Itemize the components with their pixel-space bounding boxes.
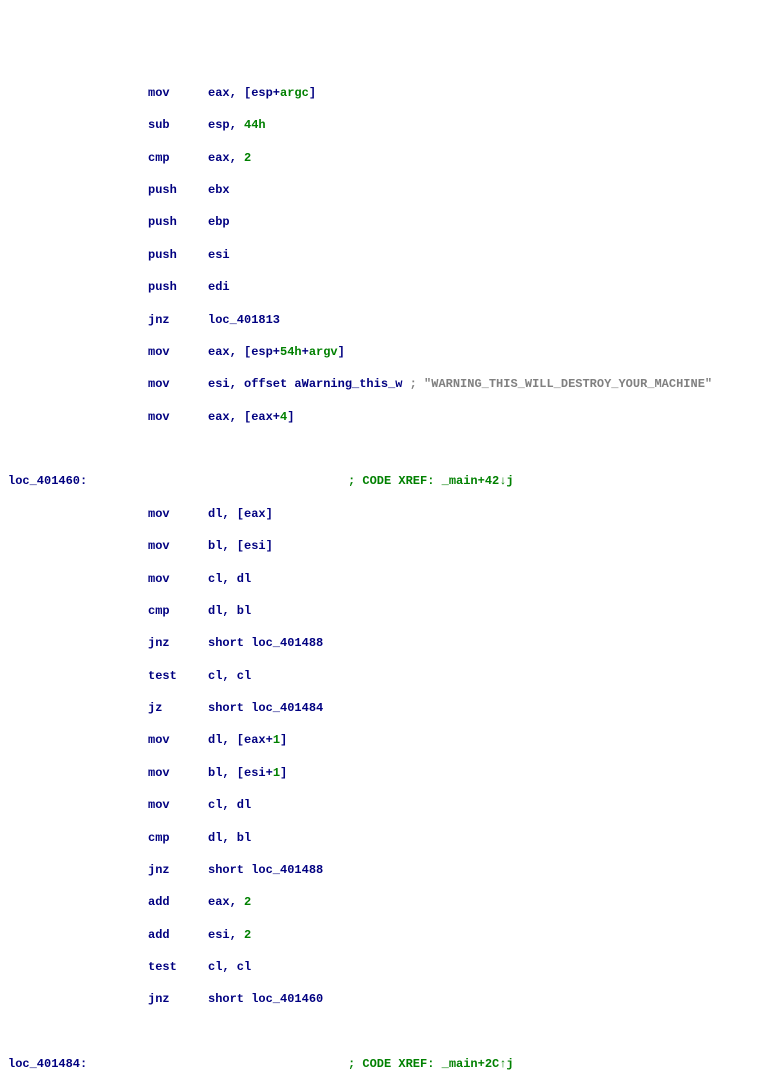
operands: esi, offset aWarning_this_w ; "WARNING_T… (208, 376, 712, 392)
xref-comment: ; CODE XREF: _main+2C↑j (348, 1057, 514, 1071)
mnemonic: mov (148, 376, 208, 392)
code-label: loc_401460: (8, 473, 148, 489)
operands: short loc_401484 (208, 700, 323, 716)
mnemonic: mov (148, 797, 208, 813)
mnemonic: push (148, 247, 208, 263)
operands: eax, 2 (208, 894, 251, 910)
mnemonic: jnz (148, 862, 208, 878)
mnemonic: mov (148, 732, 208, 748)
code-label: loc_401484: (8, 1056, 148, 1072)
operands: esi (208, 247, 230, 263)
mnemonic: mov (148, 571, 208, 587)
operands: esi, 2 (208, 927, 251, 943)
mnemonic: add (148, 894, 208, 910)
operands: short loc_401460 (208, 991, 323, 1007)
operands: cl, cl (208, 668, 251, 684)
mnemonic: jnz (148, 312, 208, 328)
operands: dl, [eax] (208, 506, 273, 522)
mnemonic: mov (148, 538, 208, 554)
operands: dl, [eax+1] (208, 732, 287, 748)
mnemonic: push (148, 279, 208, 295)
operands: cl, cl (208, 959, 251, 975)
disassembly-listing: moveax, [esp+argc] subesp, 44h cmpeax, 2… (8, 69, 755, 1084)
mnemonic: push (148, 182, 208, 198)
operands: eax, [eax+4] (208, 409, 294, 425)
mnemonic: cmp (148, 603, 208, 619)
mnemonic: test (148, 959, 208, 975)
operands: ebp (208, 214, 230, 230)
mnemonic: mov (148, 409, 208, 425)
operands: esp, 44h (208, 117, 266, 133)
operands: dl, bl (208, 603, 251, 619)
operands: loc_401813 (208, 312, 280, 328)
mnemonic: test (148, 668, 208, 684)
operands: cl, dl (208, 571, 251, 587)
operands: short loc_401488 (208, 635, 323, 651)
operands: bl, [esi+1] (208, 765, 287, 781)
mnemonic: mov (148, 344, 208, 360)
string-comment: "WARNING_THIS_WILL_DESTROY_YOUR_MACHINE" (424, 377, 712, 391)
xref-comment: ; CODE XREF: _main+42↓j (348, 474, 514, 488)
operands: eax, [esp+argc] (208, 85, 316, 101)
comment-marker: ; (410, 377, 424, 391)
mnemonic: jnz (148, 635, 208, 651)
mnemonic: jz (148, 700, 208, 716)
mnemonic: cmp (148, 830, 208, 846)
mnemonic: mov (148, 506, 208, 522)
operands: ebx (208, 182, 230, 198)
mnemonic: mov (148, 765, 208, 781)
mnemonic: jnz (148, 991, 208, 1007)
operands: edi (208, 279, 230, 295)
mnemonic: mov (148, 85, 208, 101)
operands: short loc_401488 (208, 862, 323, 878)
mnemonic: sub (148, 117, 208, 133)
operands: eax, [esp+54h+argv] (208, 344, 345, 360)
operands: bl, [esi] (208, 538, 273, 554)
operands: cl, dl (208, 797, 251, 813)
mnemonic: push (148, 214, 208, 230)
mnemonic: cmp (148, 150, 208, 166)
operands: eax, 2 (208, 150, 251, 166)
operands: dl, bl (208, 830, 251, 846)
mnemonic: add (148, 927, 208, 943)
